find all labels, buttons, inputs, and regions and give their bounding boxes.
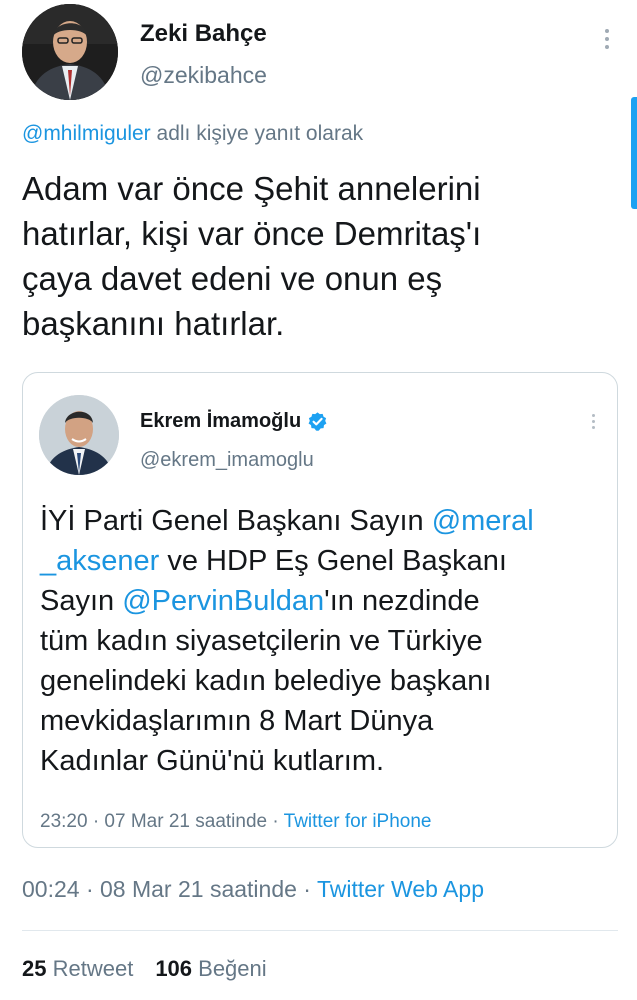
author-handle[interactable]: @zekibahce <box>140 62 267 89</box>
tweet-text: Adam var önce Şehit annelerini hatırlar,… <box>22 166 612 346</box>
verified-badge-icon <box>308 412 327 431</box>
divider <box>22 930 618 931</box>
tweet-source-link[interactable]: Twitter Web App <box>317 876 484 902</box>
quoted-text-line: İYİ Parti Genel Başkanı Sayın @meral <box>40 501 610 541</box>
quoted-text-line: genelindeki kadın belediye başkanı <box>40 665 492 697</box>
quoted-text-segment: İYİ Parti Genel Başkanı Sayın <box>40 505 432 537</box>
quoted-tweet-timestamp: 23:20 · 07 Mar 21 saatinde · Twitter for… <box>40 811 431 833</box>
tweet-time: 00:24 · 08 Mar 21 saatinde · <box>22 876 317 902</box>
quoted-text-line: Sayın @PervinBuldan'ın nezdinde <box>40 581 610 621</box>
quoted-text-line: Kadınlar Günü'nü kutlarım. <box>40 745 385 777</box>
mention-link[interactable]: _aksener <box>40 545 159 577</box>
tweet-text-line: Adam var önce Şehit annelerini <box>22 170 481 207</box>
author-name[interactable]: Zeki Bahçe <box>140 20 267 48</box>
retweets-stat[interactable]: 25 Retweet <box>22 956 133 981</box>
mention-link[interactable]: @meral <box>432 505 534 537</box>
retweets-count: 25 <box>22 956 47 981</box>
quoted-source-link[interactable]: Twitter for iPhone <box>284 811 432 832</box>
likes-count: 106 <box>155 956 193 981</box>
reply-context: @mhilmiguler adlı kişiye yanıt olarak <box>22 122 363 146</box>
tweet-author-header: Zeki Bahçe @zekibahce <box>22 4 617 100</box>
quoted-text-segment: Sayın <box>40 585 123 617</box>
more-vertical-icon[interactable] <box>585 409 601 433</box>
tweet-text-line: başkanını hatırlar. <box>22 305 285 342</box>
quoted-author-avatar[interactable] <box>39 395 119 475</box>
tweet-text-line: çaya davet edeni ve onun eş <box>22 260 443 297</box>
quoted-author-name-wrap[interactable]: Ekrem İmamoğlu <box>140 410 328 433</box>
tweet-timestamp: 00:24 · 08 Mar 21 saatinde · Twitter Web… <box>22 876 484 903</box>
likes-label: Beğeni <box>192 956 267 981</box>
quoted-text-segment: ve HDP Eş Genel Başkanı <box>159 545 507 577</box>
quoted-time: 23:20 · 07 Mar 21 saatinde · <box>40 811 284 832</box>
quoted-tweet-card[interactable]: Ekrem İmamoğlu @ekrem_imamoglu İYİ Parti… <box>22 372 618 848</box>
reply-mention-link[interactable]: @mhilmiguler <box>22 122 151 145</box>
quoted-author-handle[interactable]: @ekrem_imamoglu <box>140 449 314 472</box>
quoted-author-name: Ekrem İmamoğlu <box>140 410 302 432</box>
likes-stat[interactable]: 106 Beğeni <box>155 956 266 981</box>
scroll-indicator[interactable] <box>631 97 637 209</box>
retweets-label: Retweet <box>46 956 134 981</box>
mention-link[interactable]: @PervinBuldan <box>122 585 324 617</box>
quoted-text-line: mevkidaşlarımın 8 Mart Dünya <box>40 705 434 737</box>
quoted-text-line: tüm kadın siyasetçilerin ve Türkiye <box>40 625 483 657</box>
more-vertical-icon[interactable] <box>597 24 617 54</box>
tweet-stats: 25 Retweet 106 Beğeni <box>22 956 267 982</box>
quoted-tweet-text: İYİ Parti Genel Başkanı Sayın @meral _ak… <box>40 501 610 781</box>
quoted-text-segment: 'ın nezdinde <box>324 585 480 617</box>
reply-suffix: adlı kişiye yanıt olarak <box>150 122 364 145</box>
quoted-text-line: _aksener ve HDP Eş Genel Başkanı <box>40 541 610 581</box>
tweet-text-line: hatırlar, kişi var önce Demritaş'ı <box>22 215 482 252</box>
author-avatar[interactable] <box>22 4 118 100</box>
